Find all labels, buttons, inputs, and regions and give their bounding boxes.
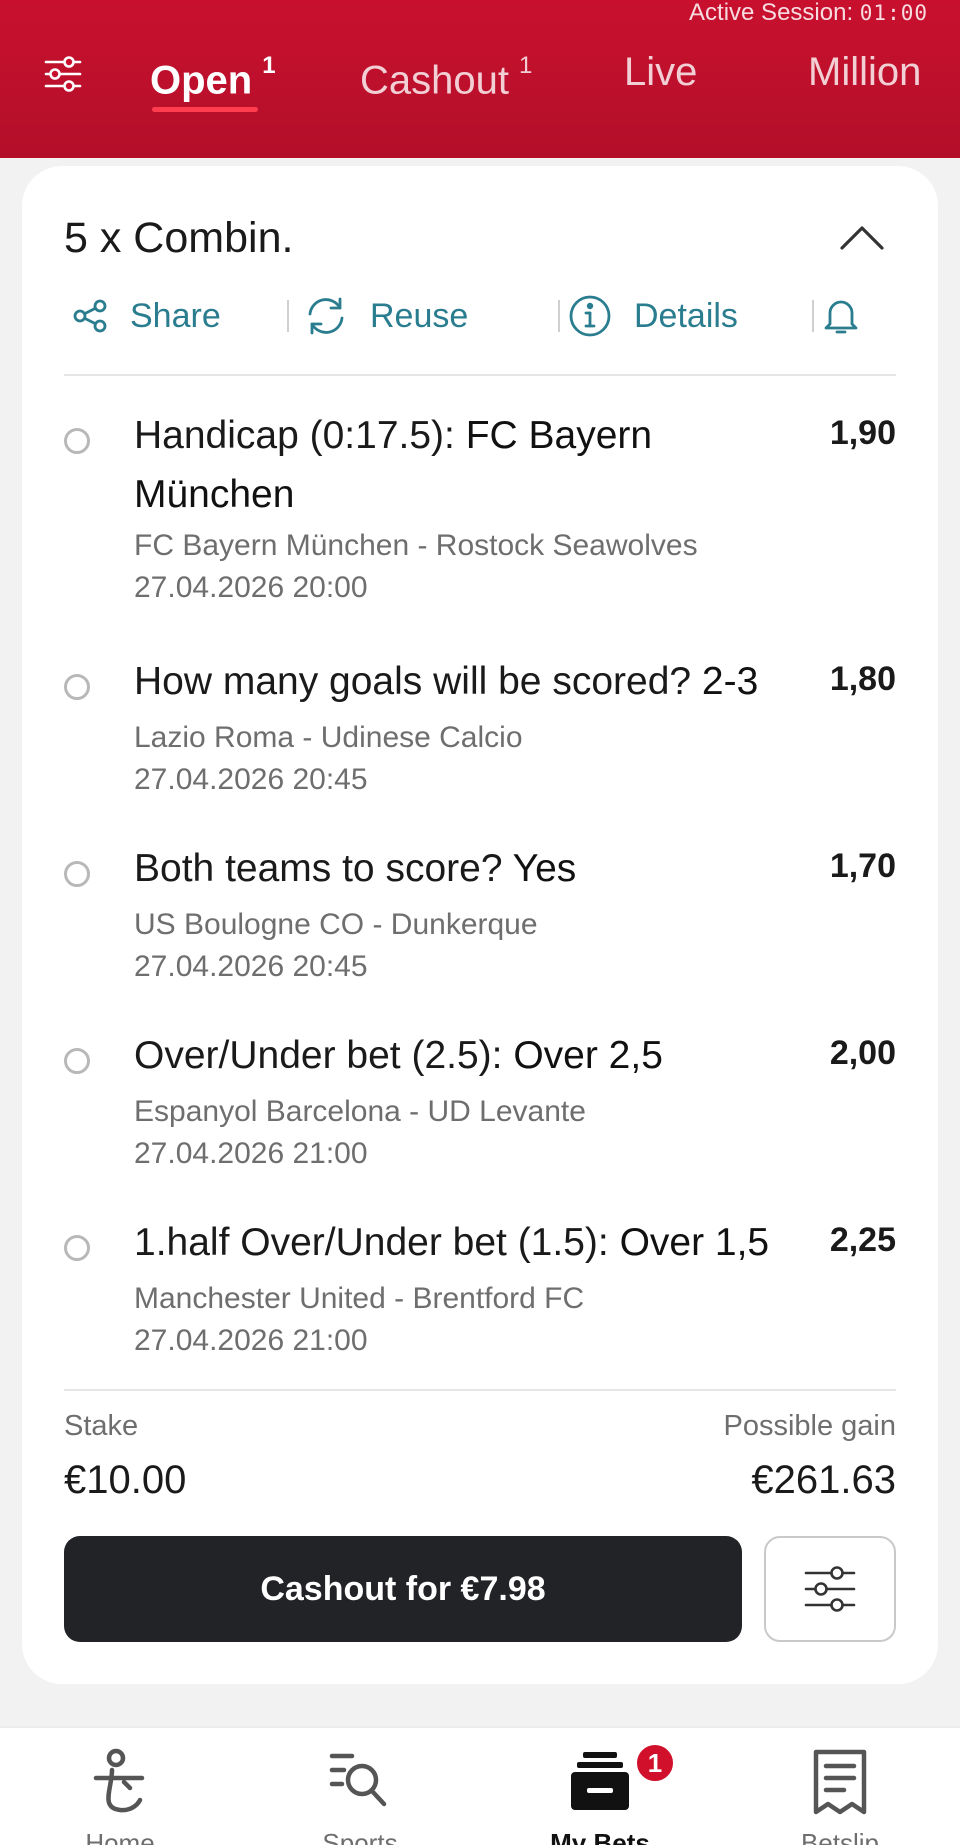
reuse-button[interactable]: Reuse [304, 286, 468, 346]
nav-betslip-label: Betslip [800, 1828, 880, 1845]
tab-cashout-label: Cashout [360, 58, 509, 103]
selection-time: 27.04.2026 20:45 [134, 950, 368, 983]
bet-title: 5 x Combin. [64, 214, 294, 262]
nav-home[interactable]: Home [20, 1728, 220, 1845]
tab-live[interactable]: Live [624, 46, 697, 98]
stake-value: €10.00 [64, 1458, 187, 1502]
tab-open-count: 1 [262, 52, 276, 79]
tab-live-label: Live [624, 50, 698, 94]
reuse-label: Reuse [370, 296, 469, 335]
selection-event: Lazio Roma - Udinese Calcio [134, 721, 523, 754]
selection-market: Both teams to score? Yes [134, 839, 814, 898]
tab-million[interactable]: Million [808, 46, 921, 98]
selection-market: Handicap (0:17.5): FC Bayern München [134, 406, 814, 524]
selection-row: Both teams to score? Yes 1,70 US Boulogn… [64, 839, 896, 989]
separator [287, 300, 289, 332]
share-icon [73, 299, 107, 333]
bet-actions: Share Reuse Details [72, 286, 892, 346]
possible-gain-value: €261.63 [751, 1458, 896, 1502]
selection-status-indicator [64, 428, 90, 454]
selection-row: 1.half Over/Under bet (1.5): Over 1,5 2,… [64, 1213, 896, 1363]
share-button[interactable]: Share [72, 286, 221, 346]
share-label: Share [130, 296, 221, 335]
sports-search-icon [328, 1748, 392, 1819]
nav-my-bets-label: My Bets [550, 1828, 650, 1845]
active-tab-indicator [152, 107, 258, 113]
tab-cashout-count: 1 [518, 52, 533, 79]
possible-gain-label: Possible gain [723, 1410, 897, 1442]
market-label: How many goals will be scored? [134, 660, 702, 703]
nav-sports-label: Sports [322, 1828, 398, 1845]
sliders-icon [804, 1566, 856, 1612]
selection-pick: Over 2,5 [513, 1034, 663, 1077]
betslip-icon [810, 1748, 870, 1823]
my-bets-icon [567, 1748, 633, 1819]
selection-event: FC Bayern München - Rostock Seawolves [134, 529, 698, 562]
tab-open-label: Open [150, 58, 253, 103]
selection-odds: 1,70 [829, 847, 896, 885]
selection-market: How many goals will be scored? 2-3 [134, 652, 834, 711]
selection-market: 1.half Over/Under bet (1.5): Over 1,5 [134, 1213, 854, 1272]
market-label: Both teams to score? [134, 847, 513, 890]
top-header: Active Session: 01:00 Open 1 Cashout 1 Liv… [0, 0, 960, 158]
divider [64, 1389, 896, 1391]
selection-time: 27.04.2026 20:45 [134, 763, 368, 796]
details-label: Details [634, 296, 738, 335]
selection-event: Espanyol Barcelona - UD Levante [134, 1095, 586, 1128]
cashout-button[interactable]: Cashout for €7.98 [64, 1536, 742, 1642]
cashout-settings-button[interactable] [764, 1536, 896, 1642]
bet-card: 5 x Combin. Share Reuse Details Handicap… [22, 166, 938, 1684]
notification-button[interactable] [822, 286, 882, 346]
selection-status-indicator [64, 861, 90, 887]
selection-time: 27.04.2026 21:00 [134, 1137, 368, 1170]
filter-icon[interactable] [42, 53, 84, 95]
refresh-icon [308, 297, 344, 335]
selection-event: US Boulogne CO - Dunkerque [134, 908, 538, 941]
selection-odds: 1,90 [829, 414, 896, 452]
tab-cashout[interactable]: Cashout 1 [360, 46, 532, 106]
tab-million-label: Million [808, 50, 922, 94]
separator [558, 300, 560, 332]
selection-row: How many goals will be scored? 2-3 1,80 … [64, 652, 896, 802]
home-icon [90, 1748, 150, 1823]
my-bets-count-badge: 1 [634, 1742, 676, 1784]
nav-sports[interactable]: Sports [260, 1728, 460, 1845]
selection-event: Manchester United - Brentford FC [134, 1282, 585, 1315]
market-label: Handicap (0:17.5): [134, 414, 466, 457]
stake-label: Stake [64, 1410, 139, 1442]
details-button[interactable]: Details [568, 286, 738, 346]
nav-my-bets[interactable]: 1 My Bets [500, 1728, 700, 1845]
nav-home-label: Home [85, 1828, 155, 1845]
selection-status-indicator [64, 1235, 90, 1261]
selection-odds: 2,00 [829, 1034, 896, 1072]
separator [812, 300, 814, 332]
selection-odds: 2,25 [829, 1221, 896, 1259]
selection-pick: 2-3 [701, 660, 759, 703]
market-label: 1.half Over/Under bet (1.5): [134, 1221, 620, 1264]
divider [64, 374, 896, 376]
selection-pick: Over 1,5 [619, 1221, 770, 1264]
selection-time: 27.04.2026 20:00 [134, 571, 368, 604]
market-label: Over/Under bet (2.5): [134, 1034, 514, 1077]
chevron-up-icon[interactable] [838, 222, 886, 252]
selection-row: Handicap (0:17.5): FC Bayern München 1,9… [64, 406, 896, 606]
selection-time: 27.04.2026 21:00 [134, 1324, 368, 1357]
selection-status-indicator [64, 1048, 90, 1074]
bottom-navigation: Home Sports 1 My Bets Betslip [0, 1726, 960, 1845]
session-timer: 01:00 [859, 1, 928, 25]
tab-open[interactable]: Open 1 [150, 46, 276, 113]
selection-status-indicator [64, 674, 90, 700]
session-label: Active Session: [689, 0, 854, 26]
selection-market: Over/Under bet (2.5): Over 2,5 [134, 1026, 814, 1085]
info-icon [569, 295, 611, 337]
selection-odds: 1,80 [829, 660, 896, 698]
active-session: Active Session: 01:00 [689, 0, 928, 26]
bell-icon [824, 300, 858, 334]
nav-betslip[interactable]: Betslip [740, 1728, 940, 1845]
selection-row: Over/Under bet (2.5): Over 2,5 2,00 Espa… [64, 1026, 896, 1176]
selection-pick: Yes [512, 847, 577, 890]
